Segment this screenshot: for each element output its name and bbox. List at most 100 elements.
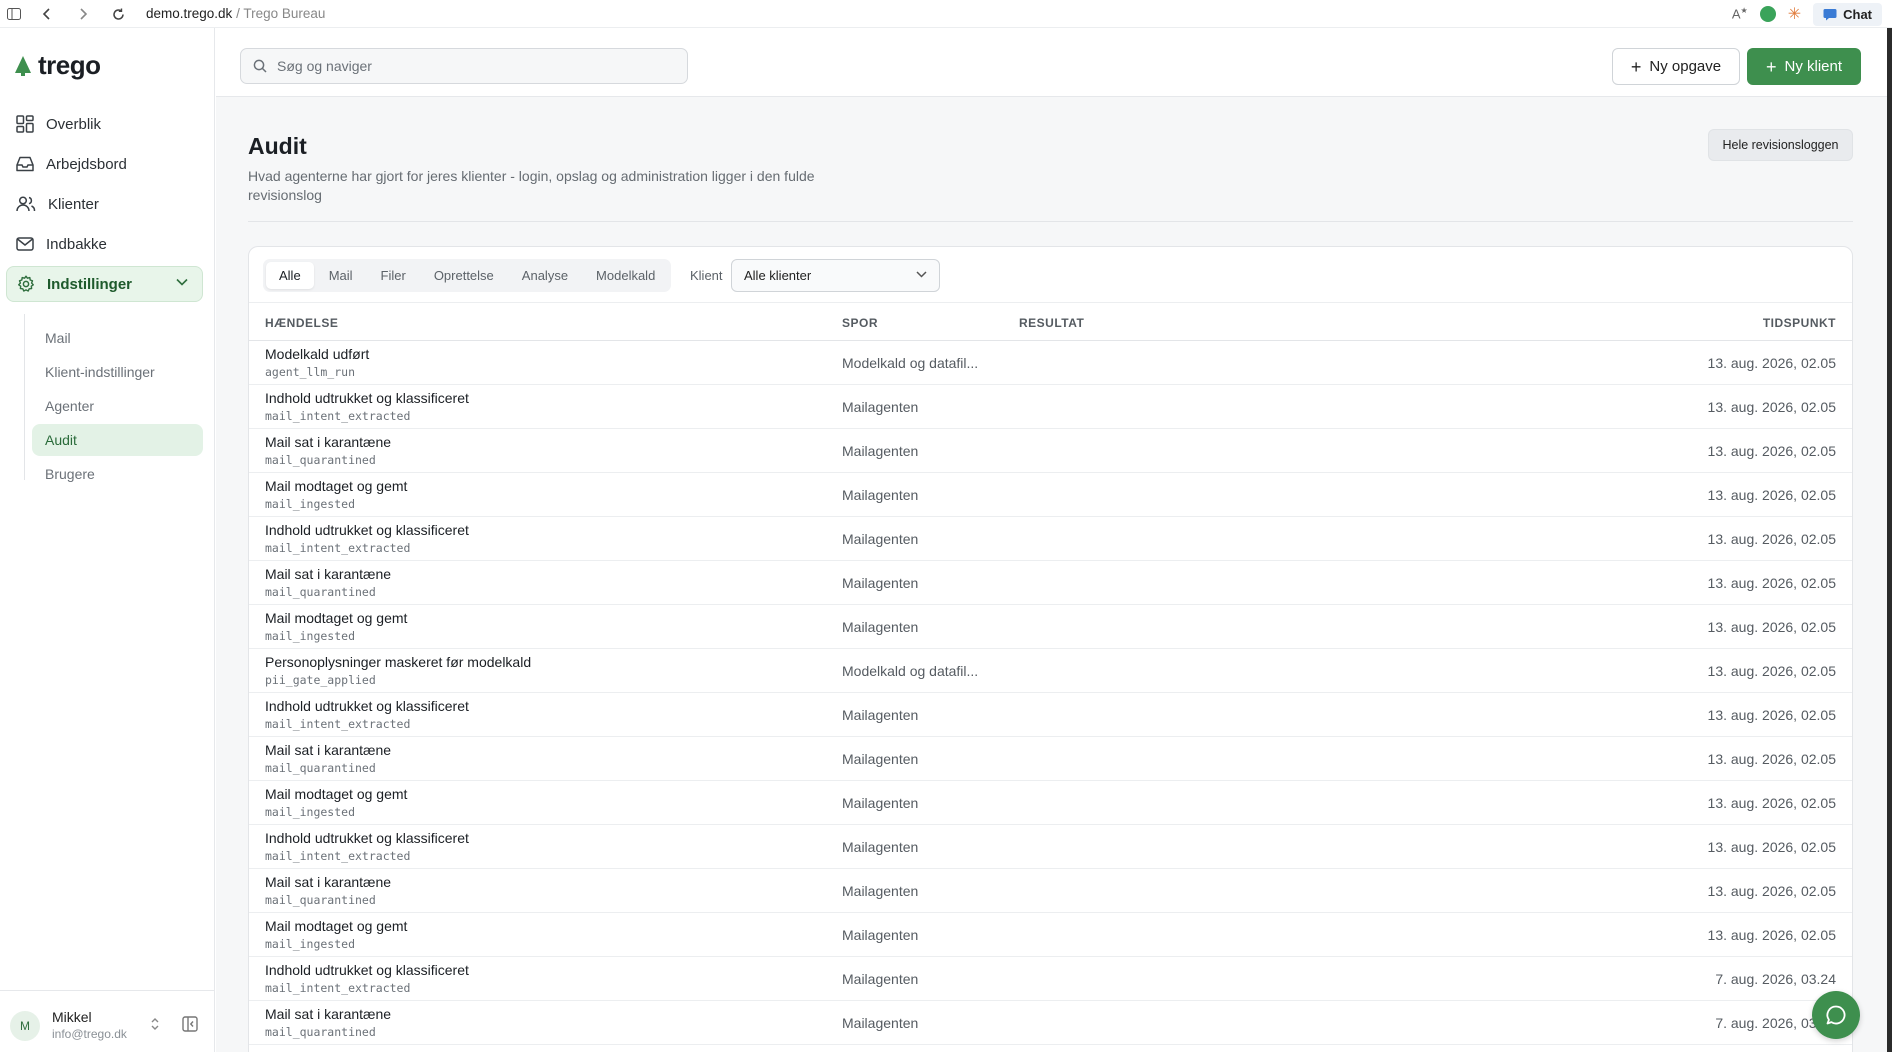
extension-sun-icon[interactable]: ✳ xyxy=(1788,4,1801,24)
table-body: Modelkald udført agent_llm_run Modelkald o… xyxy=(249,341,1852,1045)
event-code: mail_intent_extracted xyxy=(265,541,411,555)
table-row[interactable]: Mail sat i karantæne mail_quarantined Mail… xyxy=(249,561,1852,605)
event-title: Indhold udtrukket og klassificeret xyxy=(265,962,469,978)
reload-icon[interactable] xyxy=(111,7,125,21)
sub-item-audit[interactable]: Audit xyxy=(32,424,203,456)
search-input[interactable]: Søg og naviger xyxy=(240,48,688,84)
sub-item-mail[interactable]: Mail xyxy=(32,322,203,354)
address-bar[interactable]: demo.trego.dk / Trego Bureau xyxy=(146,6,325,21)
sub-item-label: Agenter xyxy=(45,398,95,414)
nav-item-indbakke[interactable]: Indbakke xyxy=(6,226,203,262)
avatar: M xyxy=(10,1011,40,1041)
column-header-trace[interactable]: SPOR xyxy=(842,316,878,330)
tree-logo-icon xyxy=(15,55,31,76)
full-log-button[interactable]: Hele revisionsloggen xyxy=(1708,129,1853,161)
filter-bar: Alle Mail Filer Oprettelse Analyse Model… xyxy=(249,247,1852,303)
table-row[interactable]: Mail modtaget og gemt mail_ingested Mailag… xyxy=(249,781,1852,825)
tab-alle[interactable]: Alle xyxy=(266,262,314,289)
event-timestamp: 13. aug. 2026, 02.05 xyxy=(1707,575,1836,591)
chat-button[interactable]: Chat xyxy=(1813,2,1882,26)
table-row[interactable]: Indhold udtrukket og klassificeret mail_i… xyxy=(249,517,1852,561)
event-trace: Mailagenten xyxy=(842,619,919,635)
sub-item-agenter[interactable]: Agenter xyxy=(32,390,203,422)
chat-fab-button[interactable] xyxy=(1812,991,1860,1039)
event-title: Indhold udtrukket og klassificeret xyxy=(265,830,469,846)
new-task-button[interactable]: + Ny opgave xyxy=(1612,48,1740,85)
event-timestamp: 13. aug. 2026, 02.05 xyxy=(1707,883,1836,899)
table-row[interactable]: Indhold udtrukket og klassificeret mail_i… xyxy=(249,957,1852,1001)
table-row[interactable]: Mail sat i karantæne mail_quarantined Mail… xyxy=(249,737,1852,781)
table-row[interactable]: Mail modtaget og gemt mail_ingested Mailag… xyxy=(249,913,1852,957)
table-row[interactable]: Indhold udtrukket og klassificeret mail_i… xyxy=(249,385,1852,429)
chat-label: Chat xyxy=(1843,6,1872,22)
tab-modelkald[interactable]: Modelkald xyxy=(583,262,668,289)
nav-item-overblik[interactable]: Overblik xyxy=(6,106,203,142)
tab-page-title: Trego Bureau xyxy=(243,6,326,21)
collapse-sidebar-icon[interactable] xyxy=(182,1016,198,1032)
tab-filer[interactable]: Filer xyxy=(368,262,419,289)
event-code: mail_quarantined xyxy=(265,585,376,599)
event-code: mail_intent_extracted xyxy=(265,717,411,731)
event-code: mail_quarantined xyxy=(265,761,376,775)
table-row[interactable]: Mail modtaget og gemt mail_ingested Mailag… xyxy=(249,605,1852,649)
user-menu[interactable]: M Mikkel info@trego.dk xyxy=(0,990,215,1052)
event-code: mail_quarantined xyxy=(265,893,376,907)
back-icon[interactable] xyxy=(40,7,54,21)
event-title: Mail sat i karantæne xyxy=(265,1006,392,1022)
sub-item-brugere[interactable]: Brugere xyxy=(32,458,203,490)
logo[interactable]: trego xyxy=(14,50,101,81)
nav-label: Indstillinger xyxy=(47,275,133,293)
table-row[interactable]: Modelkald udført agent_llm_run Modelkald o… xyxy=(249,341,1852,385)
column-header-event[interactable]: HÆNDELSE xyxy=(265,316,338,330)
event-trace: Mailagenten xyxy=(842,443,919,459)
tab-oprettelse[interactable]: Oprettelse xyxy=(421,262,507,289)
sub-item-klient-indstillinger[interactable]: Klient-indstillinger xyxy=(32,356,203,388)
plus-icon: + xyxy=(1630,56,1642,77)
chevron-down-icon xyxy=(176,278,188,286)
client-select[interactable]: Alle klienter xyxy=(731,259,940,292)
table-row[interactable]: Mail sat i karantæne mail_quarantined Mail… xyxy=(249,869,1852,913)
nav-item-klienter[interactable]: Klienter xyxy=(6,186,203,222)
audit-card: Alle Mail Filer Oprettelse Analyse Model… xyxy=(248,246,1853,1052)
translate-icon[interactable]: A★ xyxy=(1732,6,1748,21)
sidebar: trego Overblik Arbejdsbord Klienter Indb… xyxy=(0,28,215,1052)
table-row[interactable]: Indhold udtrukket og klassificeret mail_i… xyxy=(249,693,1852,737)
table-row[interactable]: Mail sat i karantæne mail_quarantined Mail… xyxy=(249,1001,1852,1045)
event-code: pii_gate_applied xyxy=(265,673,376,687)
divider xyxy=(248,221,1853,222)
main-content: Audit Hvad agenterne har gjort for jeres… xyxy=(216,97,1892,1052)
event-code: mail_intent_extracted xyxy=(265,409,411,423)
nav-item-indstillinger[interactable]: Indstillinger xyxy=(6,266,203,302)
column-header-result[interactable]: RESULTAT xyxy=(1019,316,1084,330)
event-title: Personoplysninger maskeret før modelkald xyxy=(265,654,532,670)
event-timestamp: 13. aug. 2026, 02.05 xyxy=(1707,751,1836,767)
gear-icon xyxy=(18,275,34,292)
event-title: Mail modtaget og gemt xyxy=(265,478,408,494)
new-client-button[interactable]: + Ny klient xyxy=(1747,48,1861,85)
tab-mail[interactable]: Mail xyxy=(316,262,366,289)
table-row[interactable]: Indhold udtrukket og klassificeret mail_i… xyxy=(249,825,1852,869)
table-row[interactable]: Mail sat i karantæne mail_quarantined Mail… xyxy=(249,429,1852,473)
plus-icon: + xyxy=(1765,56,1777,77)
sidebar-toggle-icon[interactable] xyxy=(7,7,21,21)
event-title: Indhold udtrukket og klassificeret xyxy=(265,522,469,538)
sub-item-label: Mail xyxy=(45,330,71,346)
event-timestamp: 13. aug. 2026, 02.05 xyxy=(1707,619,1836,635)
tab-analyse[interactable]: Analyse xyxy=(509,262,581,289)
event-title: Mail modtaget og gemt xyxy=(265,786,408,802)
search-icon xyxy=(253,59,267,73)
table-row[interactable]: Mail modtaget og gemt mail_ingested Mailag… xyxy=(249,473,1852,517)
chevron-up-down-icon[interactable] xyxy=(150,1017,160,1031)
event-title: Mail modtaget og gemt xyxy=(265,610,408,626)
column-header-time[interactable]: TIDSPUNKT xyxy=(1763,316,1836,330)
user-email: info@trego.dk xyxy=(52,1027,127,1041)
nav-item-arbejdsbord[interactable]: Arbejdsbord xyxy=(6,146,203,182)
extension-green-icon[interactable] xyxy=(1759,6,1776,22)
nav-label: Overblik xyxy=(46,115,102,133)
event-timestamp: 13. aug. 2026, 02.05 xyxy=(1707,927,1836,943)
event-trace: Mailagenten xyxy=(842,795,919,811)
table-row[interactable]: Personoplysninger maskeret før modelkald… xyxy=(249,649,1852,693)
forward-icon[interactable] xyxy=(76,7,90,21)
search-placeholder: Søg og naviger xyxy=(277,58,372,74)
event-trace: Mailagenten xyxy=(842,751,919,767)
